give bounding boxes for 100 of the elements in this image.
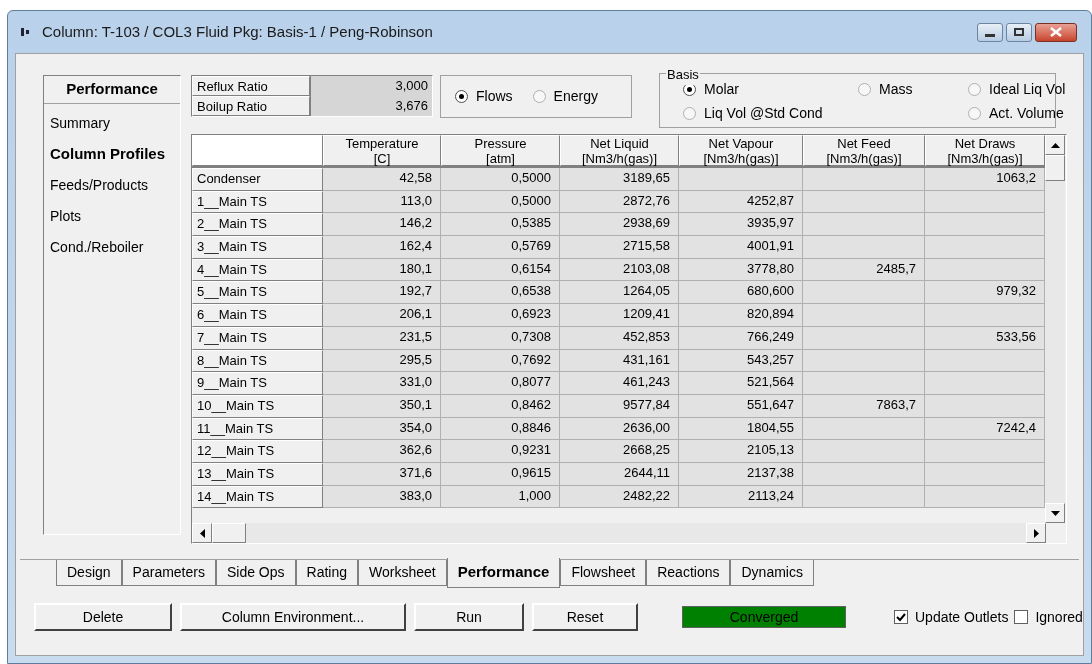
table-cell: 0,6923 xyxy=(441,304,560,327)
table-cell: 2872,76 xyxy=(560,190,679,214)
table-cell: 2482,22 xyxy=(560,485,679,509)
vertical-scrollbar[interactable] xyxy=(1045,135,1065,523)
tab[interactable]: Parameters xyxy=(121,560,216,586)
sidebar-item[interactable]: Plots xyxy=(44,200,180,232)
table-cell: 452,853 xyxy=(560,326,679,350)
radio-label[interactable]: Liq Vol @Std Cond xyxy=(704,102,823,124)
radio-label[interactable]: Energy xyxy=(553,86,598,107)
table-cell: 2137,38 xyxy=(679,462,803,486)
radio-button[interactable] xyxy=(532,90,546,103)
radio-label[interactable]: Flows xyxy=(476,86,513,107)
table-cell: 0,9231 xyxy=(441,440,560,463)
table-cell: 461,243 xyxy=(560,372,679,395)
column-header: Net Vapour [Nm3/h(gas)] xyxy=(679,135,803,166)
table-cell: 533,56 xyxy=(925,326,1045,350)
table-cell: 3935,97 xyxy=(679,213,803,237)
checkbox-label[interactable]: Update Outlets xyxy=(915,606,1009,628)
close-icon xyxy=(1050,27,1062,37)
scroll-down-icon[interactable] xyxy=(1045,503,1065,523)
scroll-thumb[interactable] xyxy=(1045,155,1065,181)
tab[interactable]: Rating xyxy=(295,560,358,586)
tab[interactable]: Performance xyxy=(446,558,561,588)
table-cell: 4001,91 xyxy=(679,236,803,259)
radio-label[interactable]: Ideal Liq Vol xyxy=(989,79,1066,101)
row-header: 9__Main TS xyxy=(192,372,323,395)
action-button[interactable]: Delete xyxy=(34,603,172,631)
table-cell: 1,000 xyxy=(441,485,560,509)
table-cell: 2938,69 xyxy=(560,213,679,237)
action-button[interactable]: Run xyxy=(414,603,524,631)
scroll-right-icon[interactable] xyxy=(1026,523,1046,543)
row-header: 8__Main TS xyxy=(192,349,323,373)
close-button[interactable] xyxy=(1035,22,1077,42)
maximize-button[interactable] xyxy=(1006,22,1032,42)
radio-label[interactable]: Mass xyxy=(879,79,913,101)
app-icon xyxy=(20,27,30,37)
table-cell: 331,0 xyxy=(323,372,441,395)
table-cell: 1804,55 xyxy=(679,417,803,441)
table-cell: 0,5769 xyxy=(441,236,560,259)
minimize-button[interactable] xyxy=(977,22,1003,42)
table-cell: 0,5000 xyxy=(441,190,560,214)
table-cell: 2105,13 xyxy=(679,440,803,463)
table-cell: 4252,87 xyxy=(679,190,803,214)
table-cell: 766,249 xyxy=(679,326,803,350)
row-header: 12__Main TS xyxy=(192,440,323,463)
row-header: 7__Main TS xyxy=(192,326,323,350)
table-cell: 680,600 xyxy=(679,281,803,305)
sidebar-item[interactable]: Summary xyxy=(44,107,180,139)
scroll-thumb[interactable] xyxy=(212,523,246,543)
table-cell: 162,4 xyxy=(323,236,441,259)
checkbox[interactable] xyxy=(1014,610,1029,624)
checkbox[interactable] xyxy=(894,610,908,624)
radio-button[interactable] xyxy=(683,106,696,120)
table-cell: 192,7 xyxy=(323,281,441,305)
sidebar-item[interactable]: Feeds/Products xyxy=(44,169,180,201)
table-cell: 7863,7 xyxy=(803,394,925,418)
table-cell: 354,0 xyxy=(323,417,441,441)
ratio-value: 3,676 xyxy=(310,96,432,116)
column-header: Pressure [atm] xyxy=(441,135,560,166)
table-cell: 0,5000 xyxy=(441,168,560,191)
table-cell: 431,161 xyxy=(560,349,679,373)
radio-button[interactable] xyxy=(858,83,871,97)
table-cell: 383,0 xyxy=(323,485,441,509)
table-cell: 0,5385 xyxy=(441,213,560,237)
table-cell: 362,6 xyxy=(323,440,441,463)
table-cell: 180,1 xyxy=(323,258,441,282)
ratio-value: 3,000 xyxy=(310,76,432,96)
radio-label[interactable]: Act. Volume xyxy=(989,102,1064,124)
ratio-label: Boilup Ratio xyxy=(192,96,310,116)
sidebar-heading: Performance xyxy=(65,79,159,99)
table-cell: 146,2 xyxy=(323,213,441,237)
tab[interactable]: Flowsheet xyxy=(560,560,647,586)
tab[interactable]: Design xyxy=(56,560,122,586)
sidebar-item[interactable]: Column Profiles xyxy=(44,138,180,170)
horizontal-scrollbar[interactable] xyxy=(192,523,1046,543)
action-button[interactable]: Column Environment... xyxy=(180,603,406,631)
status-bar: Converged xyxy=(682,606,846,628)
tab[interactable]: Dynamics xyxy=(730,560,814,586)
radio-button[interactable] xyxy=(968,83,981,97)
tab[interactable]: Reactions xyxy=(646,560,731,586)
table-cell: 0,6154 xyxy=(441,258,560,282)
checkbox-label[interactable]: Ignored xyxy=(1035,606,1083,628)
sidebar-item[interactable]: Cond./Reboiler xyxy=(44,231,180,263)
table-cell: 0,7692 xyxy=(441,349,560,373)
tab[interactable]: Side Ops xyxy=(215,560,296,586)
radio-button[interactable] xyxy=(455,90,468,103)
radio-button[interactable] xyxy=(968,106,981,120)
table-cell: 1209,41 xyxy=(560,304,679,327)
tab[interactable]: Worksheet xyxy=(358,560,447,586)
scroll-left-icon[interactable] xyxy=(192,523,212,543)
table-cell: 0,8462 xyxy=(441,394,560,418)
table-cell: 1063,2 xyxy=(925,168,1045,191)
table-cell: 350,1 xyxy=(323,394,441,418)
row-header: 3__Main TS xyxy=(192,236,323,259)
action-button[interactable]: Reset xyxy=(532,603,638,631)
table-cell: 0,9615 xyxy=(441,462,560,486)
scroll-up-icon[interactable] xyxy=(1045,135,1065,155)
table-cell: 371,6 xyxy=(323,462,441,486)
radio-label[interactable]: Molar xyxy=(704,79,739,101)
table-cell: 2644,11 xyxy=(560,462,679,486)
